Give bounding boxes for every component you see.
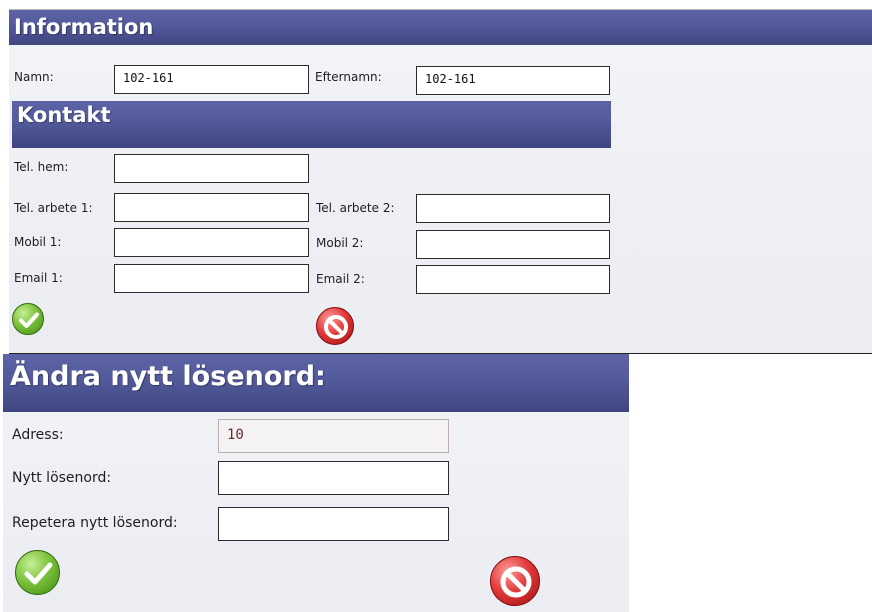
contact-cancel-button[interactable]: [316, 307, 354, 345]
mobil1-input[interactable]: [114, 228, 309, 257]
tel-hem-input[interactable]: [114, 154, 309, 183]
repetera-losenord-label: Repetera nytt lösenord:: [12, 515, 178, 531]
adress-input[interactable]: 10: [218, 419, 449, 453]
contact-save-button[interactable]: [12, 303, 44, 335]
adress-label: Adress:: [12, 427, 64, 443]
password-header: Ändra nytt lösenord:: [3, 354, 629, 412]
checkmark-icon: [19, 312, 39, 328]
password-save-button[interactable]: [15, 550, 60, 595]
tel-arbete1-input[interactable]: [114, 193, 309, 222]
email2-input[interactable]: [416, 265, 610, 294]
email1-label: Email 1:: [14, 271, 63, 285]
cancel-icon: [324, 315, 348, 339]
password-cancel-button[interactable]: [490, 556, 540, 606]
tel-arbete1-label: Tel. arbete 1:: [14, 201, 93, 215]
efternamn-label: Efternamn:: [315, 70, 382, 84]
nytt-losenord-input[interactable]: [218, 461, 449, 495]
mobil2-input[interactable]: [416, 230, 610, 259]
kontakt-header: Kontakt: [12, 101, 611, 148]
information-header: Information: [9, 10, 872, 45]
mobil2-label: Mobil 2:: [316, 236, 364, 250]
password-title: Ändra nytt lösenord:: [10, 361, 326, 392]
efternamn-input[interactable]: 102-161: [416, 66, 610, 95]
kontakt-title: Kontakt: [17, 103, 111, 127]
email1-input[interactable]: [114, 264, 309, 293]
cancel-icon: [500, 566, 532, 598]
tel-arbete2-input[interactable]: [416, 194, 610, 223]
tel-hem-label: Tel. hem:: [14, 160, 69, 174]
namn-label: Namn:: [14, 70, 54, 84]
tel-arbete2-label: Tel. arbete 2:: [316, 201, 395, 215]
repetera-losenord-input[interactable]: [218, 507, 449, 541]
namn-input[interactable]: 102-161: [114, 65, 309, 94]
information-title: Information: [14, 15, 154, 39]
mobil1-label: Mobil 1:: [14, 235, 62, 249]
nytt-losenord-label: Nytt lösenord:: [12, 470, 112, 486]
email2-label: Email 2:: [316, 272, 365, 286]
checkmark-icon: [24, 562, 53, 585]
